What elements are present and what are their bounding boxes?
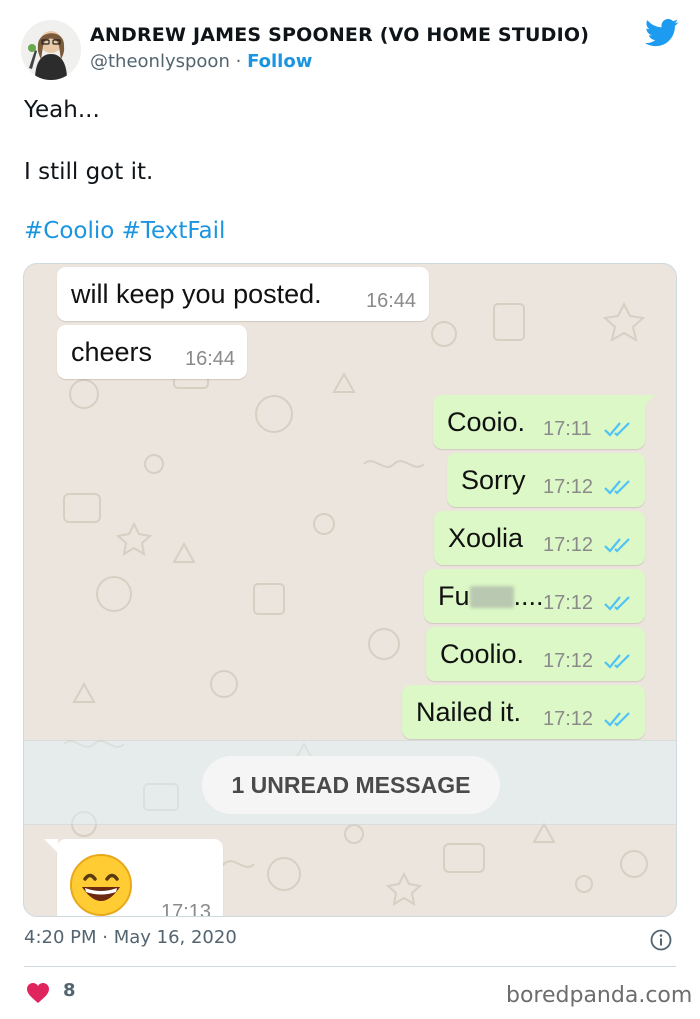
double-check-icon <box>604 712 630 727</box>
outgoing-message[interactable]: Coolio. 17:12 <box>426 627 645 681</box>
outgoing-message[interactable]: Fu.... 17:12 <box>424 569 645 623</box>
unread-divider: 1 UNREAD MESSAGE <box>24 740 676 825</box>
double-check-icon <box>604 422 630 437</box>
follow-button[interactable]: Follow <box>247 51 312 72</box>
double-check-icon <box>604 654 630 669</box>
author-handle[interactable]: @theonlyspoon <box>90 51 230 72</box>
incoming-message[interactable]: will keep you posted. 16:44 <box>57 267 429 321</box>
grinning-face-emoji-icon <box>70 854 132 916</box>
message-time: 17:11 <box>543 418 592 440</box>
bubble-tail <box>641 395 655 409</box>
hashtag-coolio[interactable]: #Coolio <box>24 218 114 244</box>
double-check-icon <box>604 538 630 553</box>
heart-icon[interactable] <box>26 982 50 1004</box>
source-watermark: boredpanda.com <box>506 983 693 1008</box>
message-time: 17:12 <box>543 650 594 672</box>
message-text: will keep you posted. <box>71 279 322 309</box>
message-text-start: Fu <box>438 581 470 611</box>
message-time: 17:12 <box>543 592 594 614</box>
message-text: Coolio. <box>440 639 525 669</box>
divider <box>24 966 676 967</box>
message-time: 16:44 <box>366 290 417 312</box>
twitter-bird-icon[interactable] <box>645 18 679 48</box>
author-name[interactable]: ANDREW JAMES SPOONER (VO HOME STUDIO) <box>90 24 589 46</box>
bubble-tail <box>44 839 58 853</box>
censored-blur <box>469 586 514 608</box>
message-text: Cooio. <box>447 407 526 437</box>
message-text: Xoolia <box>448 523 524 553</box>
outgoing-message[interactable]: Nailed it. 17:12 <box>402 685 645 739</box>
message-text: cheers <box>71 337 153 367</box>
message-text-end: .... <box>513 581 544 611</box>
outgoing-message[interactable]: Cooio. 17:11 <box>433 395 655 449</box>
message-time: 17:13 <box>161 901 212 917</box>
double-check-icon <box>604 480 630 495</box>
avatar[interactable] <box>21 20 81 80</box>
message-text: Sorry <box>461 465 526 495</box>
outgoing-message[interactable]: Sorry 17:12 <box>447 453 645 507</box>
meta-separator: · <box>235 51 242 72</box>
message-text: Nailed it. <box>416 697 522 727</box>
double-check-icon <box>604 596 630 611</box>
tweet-text-line-1: Yeah... <box>24 97 100 123</box>
message-text: Fu.... <box>438 581 544 612</box>
tweet-text-line-2: I still got it. <box>24 159 154 185</box>
incoming-emoji-message[interactable]: 17:13 <box>44 839 223 917</box>
message-time: 17:12 <box>543 476 594 498</box>
hashtag-row: #Coolio #TextFail <box>24 218 225 244</box>
incoming-message[interactable]: cheers 16:44 <box>57 325 247 379</box>
message-time: 17:12 <box>543 534 594 556</box>
unread-message-pill: 1 UNREAD MESSAGE <box>202 756 500 814</box>
outgoing-message[interactable]: Xoolia 17:12 <box>434 511 645 565</box>
like-count[interactable]: 8 <box>63 980 76 1001</box>
info-icon[interactable] <box>650 929 672 951</box>
message-time: 17:12 <box>543 708 594 730</box>
hashtag-textfail[interactable]: #TextFail <box>122 218 226 244</box>
avatar-image <box>21 20 81 80</box>
message-time: 16:44 <box>185 348 236 370</box>
tweet-media-image[interactable]: will keep you posted. 16:44 cheers 16:44… <box>23 263 677 917</box>
tweet-timestamp[interactable]: 4:20 PM · May 16, 2020 <box>24 927 237 948</box>
author-meta: @theonlyspoon · Follow <box>90 51 312 72</box>
